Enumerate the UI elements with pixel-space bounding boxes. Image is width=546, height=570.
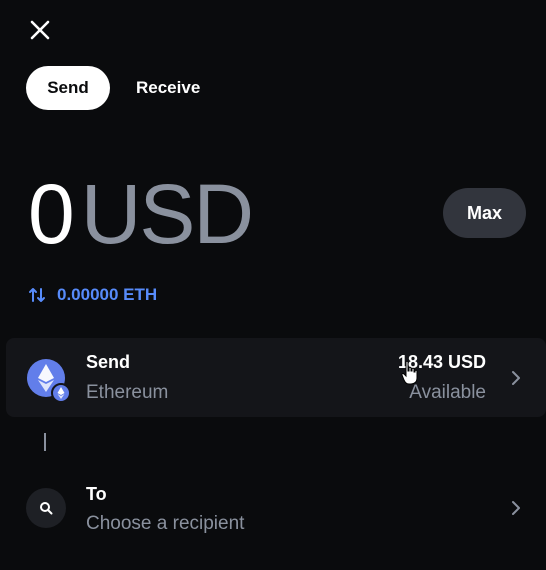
recipient-row[interactable]: To Choose a recipient [0, 470, 546, 548]
chevron-right-icon [512, 501, 520, 515]
tab-send[interactable]: Send [26, 66, 110, 110]
search-icon [40, 502, 53, 515]
chevron-right-icon [512, 371, 520, 385]
recipient-placeholder: Choose a recipient [86, 513, 245, 534]
send-receive-tabs: Send Receive [26, 66, 220, 110]
currency-toggle[interactable]: 0.00000 ETH [28, 285, 157, 305]
search-icon-container [26, 488, 66, 528]
recipient-title: To [86, 484, 107, 504]
swap-arrows-icon [29, 288, 45, 302]
tab-receive[interactable]: Receive [116, 66, 220, 110]
converted-amount: 0.00000 ETH [57, 285, 158, 304]
available-label: Available [409, 382, 486, 403]
ethereum-icon [27, 359, 70, 402]
close-button[interactable] [26, 16, 54, 44]
asset-name: Ethereum [86, 382, 169, 403]
connector-line [44, 433, 46, 451]
amount-value: 0 [28, 167, 75, 261]
send-card-title: Send [86, 352, 131, 372]
amount-currency: USD [80, 167, 254, 261]
send-asset-card[interactable]: Send Ethereum 18.43 USD Available [6, 338, 546, 417]
amount-display[interactable]: 0 USD [28, 167, 254, 261]
max-button[interactable]: Max [443, 188, 526, 238]
close-icon [30, 20, 50, 40]
hand-cursor-icon [401, 360, 418, 385]
